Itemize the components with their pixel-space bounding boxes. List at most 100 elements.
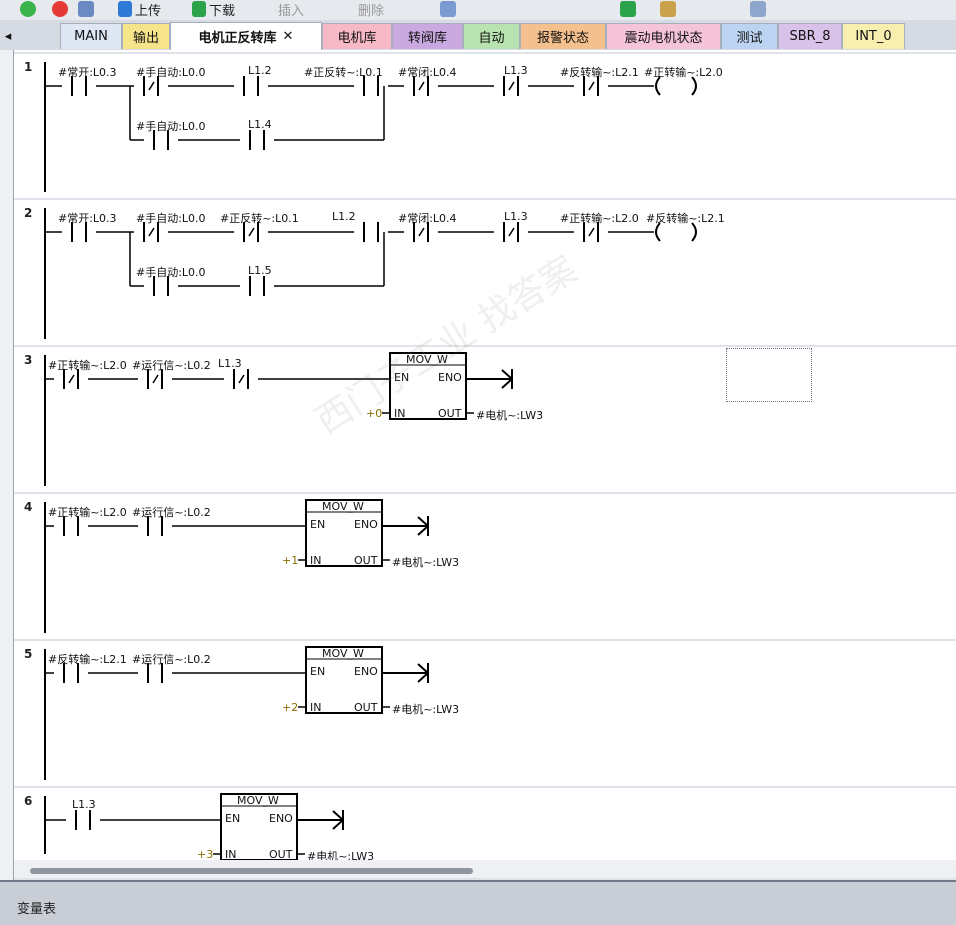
block-in-value[interactable]: +1 (282, 554, 298, 567)
rung-6[interactable]: 6 L1.3 MOV_W EN ENO IN OUT +3 #电机~:LW3 (14, 786, 956, 860)
tab-5[interactable]: 自动 (463, 23, 520, 49)
contact-tools[interactable] (750, 0, 766, 18)
block-pin-label: IN (310, 701, 322, 714)
block-pin-label: OUT (438, 407, 462, 420)
block-pin-label: OUT (269, 848, 293, 860)
tab-label: INT_0 (855, 29, 892, 44)
run-button[interactable] (20, 0, 36, 18)
rung-1[interactable]: 1 #常开:L0.3 #手自动:L0.0 L1.2 #正反转~:L0.1 #常闭:L0.4… (14, 52, 956, 200)
tab-6[interactable]: 报警状态 (520, 23, 606, 49)
operand-label: #常闭:L0.4 (398, 66, 457, 79)
operand-label: #常开:L0.3 (58, 212, 117, 225)
operand-label: #常开:L0.3 (58, 66, 117, 79)
tab-label: 自动 (478, 31, 505, 46)
block-pin-label: EN (225, 812, 241, 825)
insert-button[interactable]: 插入 (278, 0, 305, 19)
go-button[interactable] (620, 0, 636, 18)
operand-label: #正反转~:L0.1 (304, 66, 383, 79)
ladder-editor[interactable]: 1 #常开:L0.3 #手自动:L0.0 L1.2 #正反转~:L0.1 #常闭:L0.4… (14, 50, 956, 860)
block-title: MOV_W (322, 500, 364, 513)
tab-label: MAIN (74, 29, 108, 44)
insert-label: 插入 (278, 3, 305, 19)
operand-label: #反转输~:L2.1 (48, 653, 127, 666)
operand-label: L1.2 (332, 210, 356, 223)
upload-button[interactable]: 上传 (118, 0, 162, 19)
tab-label: 电机正反转库 (198, 31, 277, 46)
download-button[interactable]: 下载 (192, 0, 236, 19)
tab-7[interactable]: 震动电机状态 (606, 23, 721, 49)
operand-label: #反转输~:L2.1 (560, 66, 639, 79)
block-pin-label: IN (394, 407, 406, 420)
contact[interactable] (75, 810, 91, 830)
upload-label: 上传 (135, 3, 162, 19)
block-title: MOV_W (237, 794, 279, 807)
block-out-value: #电机~:LW3 (307, 850, 375, 860)
operand-label: L1.3 (218, 357, 242, 370)
download-icon (192, 1, 206, 17)
contact-icon (750, 1, 766, 17)
contact[interactable] (503, 76, 519, 96)
block-in-value[interactable]: +2 (282, 701, 298, 714)
contact[interactable] (363, 222, 379, 242)
operand-label: #运行信~:L0.2 (132, 359, 211, 372)
selection-box[interactable] (726, 348, 812, 402)
tab-2[interactable]: 电机正反转库 ✕ (170, 22, 322, 50)
tab-9[interactable]: SBR_8 (778, 23, 842, 49)
operand-label: #手自动:L0.0 (136, 212, 206, 225)
tab-label: 震动电机状态 (624, 31, 703, 46)
block-in-value[interactable]: +3 (197, 848, 213, 860)
operand-label: #正转输~:L2.0 (48, 359, 127, 372)
tab-8[interactable]: 测试 (721, 23, 778, 49)
tab-bar: ◂ MAIN 输出 电机正反转库 ✕ 电机库 转阀库 自动 报警状态 震动电机状态 测试 SBR_… (0, 20, 956, 51)
branch-label: #手自动:L0.0 (136, 266, 206, 279)
toolbar-icon-group[interactable] (440, 0, 456, 18)
close-tab-icon[interactable]: ✕ (283, 29, 294, 44)
branch-contact[interactable] (249, 276, 265, 296)
rung-5[interactable]: 5 #反转输~:L2.1 #运行信~:L0.2 MOV_W EN ENO IN OUT +2 #电… (14, 639, 956, 788)
block-title: MOV_W (322, 647, 364, 660)
contact[interactable] (233, 369, 249, 389)
tab-0[interactable]: MAIN (60, 23, 122, 49)
lock-button[interactable] (660, 0, 676, 18)
operand-label: #常闭:L0.4 (398, 212, 457, 225)
upload-icon (118, 1, 132, 17)
network-icon (440, 1, 456, 17)
tab-label: SBR_8 (789, 29, 831, 44)
operand-label: #正转输~:L2.0 (644, 66, 723, 79)
compile-button[interactable] (78, 0, 94, 18)
scrollbar-thumb[interactable] (30, 868, 473, 874)
tab-label: 转阀库 (407, 31, 447, 46)
compile-icon (78, 1, 94, 17)
tab-10[interactable]: INT_0 (842, 23, 905, 49)
rung-diagram (44, 793, 344, 860)
operand-label: L1.3 (72, 798, 96, 811)
left-strip (0, 50, 14, 880)
download-label: 下载 (209, 3, 236, 19)
arrow-right-icon (620, 1, 636, 17)
contact[interactable] (503, 222, 519, 242)
operand-label: #正转输~:L2.0 (48, 506, 127, 519)
tab-1[interactable]: 输出 (122, 23, 170, 49)
rung-4[interactable]: 4 #正转输~:L2.0 #运行信~:L0.2 MOV_W EN ENO IN OUT +1 #电… (14, 492, 956, 641)
delete-button[interactable]: 删除 (358, 0, 385, 19)
branch-contact[interactable] (249, 130, 265, 150)
delete-label: 删除 (358, 3, 385, 19)
branch-label: #手自动:L0.0 (136, 120, 206, 133)
block-pin-label: ENO (354, 665, 378, 678)
block-pin-label: IN (310, 554, 322, 567)
tab-3[interactable]: 电机库 (322, 23, 392, 49)
tab-label: 电机库 (337, 31, 377, 46)
tab-4[interactable]: 转阀库 (392, 23, 463, 49)
contact[interactable] (243, 76, 259, 96)
rung-3[interactable]: 3 #正转输~:L2.0 #运行信~:L0.2 L1.3 MOV_W EN ENO IN OUT… (14, 345, 956, 494)
operand-label: L1.3 (504, 64, 528, 77)
operand-label: L1.3 (504, 210, 528, 223)
lock-icon (660, 1, 676, 17)
tab-label: 测试 (736, 31, 763, 46)
block-out-value: #电机~:LW3 (392, 556, 460, 569)
variable-table-title: 变量表 (17, 902, 57, 917)
block-pin-label: ENO (269, 812, 293, 825)
stop-button[interactable] (52, 0, 68, 18)
tab-scroll-left[interactable]: ◂ (0, 23, 16, 49)
branch-label: L1.4 (248, 118, 272, 131)
